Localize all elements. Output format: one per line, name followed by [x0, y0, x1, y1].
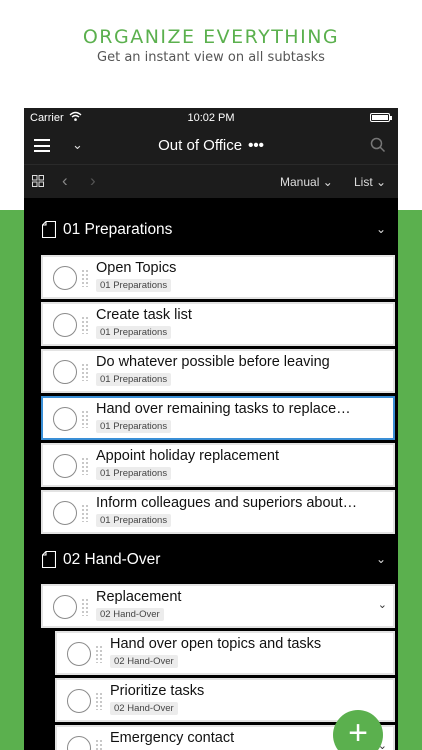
task-row-selected[interactable]: Hand over remaining tasks to replace… 01…	[41, 396, 395, 440]
task-row[interactable]: Inform colleagues and superiors about… 0…	[41, 490, 395, 534]
task-tag: 01 Preparations	[96, 514, 172, 527]
task-tag: 01 Preparations	[96, 467, 172, 480]
view-dropdown[interactable]: List ⌄	[354, 175, 386, 189]
task-row[interactable]: Create task list 01 Preparations	[41, 302, 395, 346]
checkbox-circle-icon[interactable]	[53, 407, 77, 431]
drag-handle-icon[interactable]	[81, 504, 89, 522]
task-name: Do whatever possible before leaving	[96, 354, 330, 370]
sort-dropdown[interactable]: Manual ⌄	[280, 175, 333, 189]
expand-subtasks-icon[interactable]: ⌄	[378, 598, 387, 611]
task-tag: 01 Preparations	[96, 279, 172, 292]
drag-handle-icon[interactable]	[81, 269, 89, 287]
task-name: Emergency contact	[110, 730, 235, 746]
drag-handle-icon[interactable]	[95, 739, 103, 750]
task-name: Inform colleagues and superiors about…	[96, 495, 358, 511]
checkbox-circle-icon[interactable]	[67, 736, 91, 750]
app-screen: Carrier 10:02 PM ⌄ Out of Office ••• ‹ › …	[24, 108, 398, 750]
task-name: Replacement	[96, 589, 182, 605]
checkbox-circle-icon[interactable]	[53, 266, 77, 290]
forward-arrow-icon[interactable]: ›	[90, 171, 96, 191]
drag-handle-icon[interactable]	[81, 457, 89, 475]
task-tag: 02 Hand-Over	[110, 702, 178, 715]
search-icon[interactable]	[370, 137, 388, 155]
section-title: 01 Preparations	[63, 221, 173, 238]
task-row[interactable]: Appoint holiday replacement 01 Preparati…	[41, 443, 395, 487]
promo-title: ORGANIZE EVERYTHING	[82, 26, 340, 48]
task-name: Hand over open topics and tasks	[110, 636, 322, 652]
section-header-hand-over[interactable]: 02 Hand-Over ⌄	[24, 536, 398, 584]
folder-icon	[41, 550, 57, 569]
nav-bar: ⌄ Out of Office •••	[24, 128, 398, 164]
checkbox-circle-icon[interactable]	[53, 595, 77, 619]
battery-icon	[370, 113, 392, 122]
grid-view-icon[interactable]	[32, 175, 44, 187]
task-name: Create task list	[96, 307, 192, 323]
project-title[interactable]: Out of Office •••	[24, 137, 398, 154]
checkbox-circle-icon[interactable]	[53, 313, 77, 337]
task-tag: 02 Hand-Over	[96, 608, 164, 621]
folder-icon	[41, 220, 57, 239]
drag-handle-icon[interactable]	[95, 692, 103, 710]
drag-handle-icon[interactable]	[81, 316, 89, 334]
collapse-chevron-icon[interactable]: ⌄	[376, 222, 386, 236]
checkbox-circle-icon[interactable]	[53, 360, 77, 384]
status-bar: Carrier 10:02 PM	[24, 108, 398, 128]
promo-subtitle: Get an instant view on all subtasks	[97, 50, 325, 65]
drag-handle-icon[interactable]	[81, 598, 89, 616]
checkbox-circle-icon[interactable]	[53, 454, 77, 478]
task-row[interactable]: Do whatever possible before leaving 01 P…	[41, 349, 395, 393]
collapse-chevron-icon[interactable]: ⌄	[376, 552, 386, 566]
sort-label: Manual	[280, 175, 320, 189]
section-header-preparations[interactable]: 01 Preparations ⌄	[24, 206, 398, 254]
task-name: Appoint holiday replacement	[96, 448, 279, 464]
drag-handle-icon[interactable]	[81, 363, 89, 381]
task-name: Prioritize tasks	[110, 683, 205, 699]
task-name: Hand over remaining tasks to replace…	[96, 401, 351, 417]
task-tag: 01 Preparations	[96, 373, 172, 386]
checkbox-circle-icon[interactable]	[67, 689, 91, 713]
task-name: Open Topics	[96, 260, 177, 276]
drag-handle-icon[interactable]	[81, 410, 89, 428]
subtask-row[interactable]: Hand over open topics and tasks 02 Hand-…	[55, 631, 395, 675]
task-row[interactable]: Open Topics 01 Preparations	[41, 255, 395, 299]
toolbar: ‹ › Manual ⌄ List ⌄	[24, 164, 398, 198]
clock: 10:02 PM	[187, 112, 235, 124]
task-tag: 01 Preparations	[96, 420, 172, 433]
chevron-down-icon: ⌄	[322, 175, 333, 189]
section-title: 02 Hand-Over	[63, 551, 161, 568]
task-tag: 01 Preparations	[96, 326, 172, 339]
view-label: List	[354, 175, 373, 189]
checkbox-circle-icon[interactable]	[53, 501, 77, 525]
drag-handle-icon[interactable]	[95, 645, 103, 663]
checkbox-circle-icon[interactable]	[67, 642, 91, 666]
chevron-down-icon: ⌄	[376, 175, 387, 189]
task-tag: 02 Hand-Over	[110, 655, 178, 668]
more-options-icon[interactable]: •••	[248, 137, 264, 154]
back-arrow-icon[interactable]: ‹	[62, 171, 68, 191]
task-row-parent[interactable]: Replacement 02 Hand-Over ⌄	[41, 584, 395, 628]
project-title-text: Out of Office	[158, 137, 243, 154]
